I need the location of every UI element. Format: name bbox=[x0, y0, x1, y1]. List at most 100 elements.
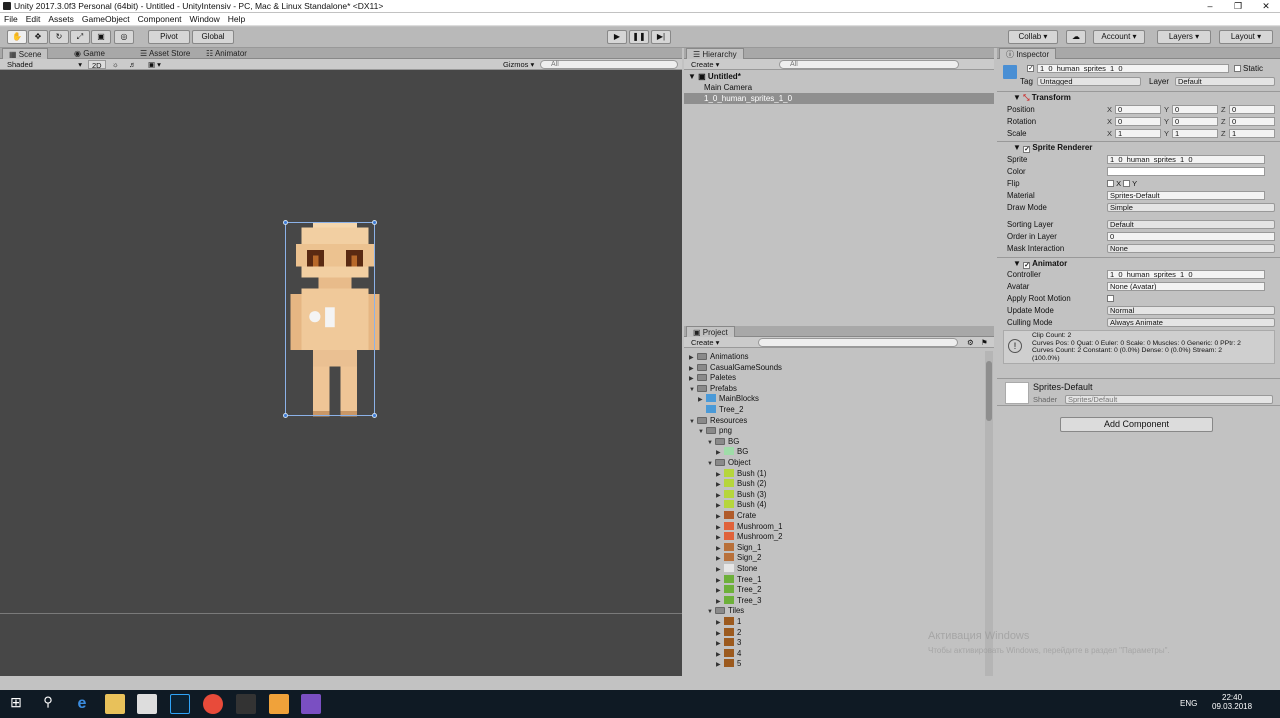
transform-scl-y-field[interactable]: 1 bbox=[1172, 129, 1218, 138]
rect-tool-icon[interactable]: ▣ bbox=[91, 30, 111, 44]
project-tree-item[interactable]: ▶ Sign_1 bbox=[716, 542, 761, 554]
move-tool-icon[interactable]: ✥ bbox=[28, 30, 48, 44]
rect-handle[interactable] bbox=[372, 220, 377, 225]
pivot-toggle[interactable]: Pivot bbox=[148, 30, 190, 44]
project-tree-item[interactable]: ▼ Prefabs bbox=[689, 384, 737, 395]
transform-tool-icon[interactable]: ◎ bbox=[114, 30, 134, 44]
tag-dropdown[interactable]: Untagged bbox=[1037, 77, 1141, 86]
project-tree-item[interactable]: ▶ CasualGameSounds bbox=[689, 363, 782, 374]
scroll-thumb[interactable] bbox=[986, 361, 992, 421]
tab-inspector[interactable]: ⓘ Inspector bbox=[999, 48, 1057, 59]
flip-x-checkbox[interactable] bbox=[1107, 180, 1114, 187]
material-field[interactable]: Sprites-Default bbox=[1107, 191, 1265, 200]
transform-scl-z-field[interactable]: 1 bbox=[1229, 129, 1275, 138]
avatar-field[interactable]: None (Avatar) bbox=[1107, 282, 1265, 291]
rect-handle[interactable] bbox=[372, 413, 377, 418]
hierarchy-search-input[interactable]: All bbox=[779, 60, 959, 69]
expand-arrow-icon[interactable]: ▼ bbox=[707, 607, 715, 618]
project-tree-item[interactable]: ▼ Resources bbox=[689, 416, 747, 427]
clock[interactable]: 22:40 09.03.2018 bbox=[1212, 693, 1252, 711]
menu-gameobject[interactable]: GameObject bbox=[78, 13, 134, 26]
update-mode-dropdown[interactable]: Normal bbox=[1107, 306, 1275, 315]
mode-2d-toggle[interactable]: 2D bbox=[88, 60, 106, 70]
photoshop-icon[interactable] bbox=[170, 694, 190, 714]
project-tree-item[interactable]: ▶ Stone bbox=[716, 564, 757, 575]
rect-handle[interactable] bbox=[283, 413, 288, 418]
draw-mode-dropdown[interactable]: Simple bbox=[1107, 203, 1275, 212]
collab-dropdown[interactable]: Collab ▾ bbox=[1008, 30, 1058, 44]
edge-icon[interactable]: e bbox=[72, 694, 92, 714]
project-tree-item[interactable]: ▶ 4 bbox=[716, 648, 741, 660]
menu-edit[interactable]: Edit bbox=[22, 13, 45, 26]
maximize-button[interactable]: ❐ bbox=[1224, 0, 1252, 12]
hierarchy-item-sprite[interactable]: 1_0_human_sprites_1_0 bbox=[684, 93, 994, 104]
search-icon[interactable]: ⚲ bbox=[38, 694, 58, 714]
chrome-icon[interactable] bbox=[203, 694, 223, 714]
play-button[interactable]: ▶ bbox=[607, 30, 627, 44]
transform-rot-y-field[interactable]: 0 bbox=[1172, 117, 1218, 126]
project-tree-item[interactable]: ▶ Crate bbox=[716, 511, 756, 522]
active-checkbox[interactable] bbox=[1027, 65, 1034, 72]
add-component-button[interactable]: Add Component bbox=[1060, 417, 1213, 432]
tab-game[interactable]: ◉ Game bbox=[68, 48, 111, 59]
project-tree-item[interactable]: ▶ Tree_1 bbox=[716, 574, 761, 586]
animator-enabled-checkbox[interactable] bbox=[1023, 262, 1031, 269]
transform-header[interactable]: ▼ ⤡ Transform bbox=[997, 91, 1280, 103]
project-tree-item[interactable]: ▶ 1 bbox=[716, 617, 741, 628]
pause-button[interactable]: ❚❚ bbox=[629, 30, 649, 44]
project-tree-item[interactable]: ▶ Bush (4) bbox=[716, 500, 766, 511]
project-tree-item[interactable]: ▶ Bush (3) bbox=[716, 489, 766, 501]
hierarchy-item-main-camera[interactable]: Main Camera bbox=[684, 82, 994, 93]
project-tree-item[interactable]: ▶ Paletes bbox=[689, 373, 736, 384]
material-section[interactable]: Sprites-Default Shader Sprites/Default bbox=[997, 378, 1280, 406]
effects-dropdown-icon[interactable]: ▣ ▾ bbox=[145, 60, 164, 69]
layer-dropdown[interactable]: Default bbox=[1175, 77, 1275, 86]
sorting-layer-dropdown[interactable]: Default bbox=[1107, 220, 1275, 229]
project-tree-item[interactable]: ▶ Mushroom_1 bbox=[716, 521, 783, 533]
project-tree-item[interactable]: ▼ BG bbox=[707, 437, 739, 448]
static-checkbox[interactable] bbox=[1234, 65, 1241, 72]
hand-tool-icon[interactable]: ✋ bbox=[7, 30, 27, 44]
shader-dropdown[interactable]: Sprites/Default bbox=[1065, 395, 1273, 404]
transform-pos-z-field[interactable]: 0 bbox=[1229, 105, 1275, 114]
audio-toggle-icon[interactable]: ♬ bbox=[126, 60, 140, 69]
collapse-arrow-icon[interactable]: ▶ bbox=[716, 660, 724, 671]
project-tree-item[interactable]: ▶ Animations bbox=[689, 352, 749, 363]
mask-interaction-dropdown[interactable]: None bbox=[1107, 244, 1275, 253]
project-tree-item[interactable]: ▶ Tree_2 bbox=[716, 585, 761, 596]
project-tree-item[interactable]: Tree_2 bbox=[698, 405, 743, 416]
apply-root-motion-checkbox[interactable] bbox=[1107, 295, 1114, 302]
scale-tool-icon[interactable]: ⤢ bbox=[70, 30, 90, 44]
global-toggle[interactable]: Global bbox=[192, 30, 234, 44]
store-icon[interactable] bbox=[137, 694, 157, 714]
project-create-dropdown[interactable]: Create ▾ bbox=[688, 338, 722, 347]
layers-dropdown[interactable]: Layers ▾ bbox=[1157, 30, 1211, 44]
controller-field[interactable]: 1_0_human_sprites_1_0 bbox=[1107, 270, 1265, 279]
project-scrollbar[interactable] bbox=[985, 351, 993, 676]
project-tree-item[interactable]: ▶ Bush (2) bbox=[716, 479, 766, 490]
expand-arrow-icon[interactable]: ▼ bbox=[698, 427, 706, 438]
language-indicator[interactable]: ENG bbox=[1180, 699, 1197, 708]
rotate-tool-icon[interactable]: ↻ bbox=[49, 30, 69, 44]
transform-pos-y-field[interactable]: 0 bbox=[1172, 105, 1218, 114]
start-button-icon[interactable]: ⊞ bbox=[6, 694, 26, 714]
scene-view[interactable]: ●▮ bbox=[0, 70, 682, 676]
menu-help[interactable]: Help bbox=[224, 13, 249, 26]
sprite-field[interactable]: 1_0_human_sprites_1_0 bbox=[1107, 155, 1265, 164]
rect-handle[interactable] bbox=[283, 220, 288, 225]
hierarchy-create-dropdown[interactable]: Create ▾ bbox=[688, 60, 722, 69]
project-tree-item[interactable]: ▶ BG bbox=[716, 447, 748, 458]
flip-y-checkbox[interactable] bbox=[1123, 180, 1131, 187]
culling-mode-dropdown[interactable]: Always Animate bbox=[1107, 318, 1275, 327]
project-tree-item[interactable]: ▶ 2 bbox=[716, 627, 741, 639]
project-search-input[interactable] bbox=[758, 338, 958, 347]
expand-arrow-icon[interactable]: ▼ bbox=[689, 417, 697, 428]
file-explorer-icon[interactable] bbox=[105, 694, 125, 714]
project-tree-item[interactable]: ▼ Tiles bbox=[707, 606, 744, 617]
filter-label-icon[interactable]: ⚑ bbox=[978, 338, 991, 347]
step-button[interactable]: ▶| bbox=[651, 30, 671, 44]
tab-project[interactable]: ▣ Project bbox=[686, 326, 735, 337]
unity-icon[interactable] bbox=[236, 694, 256, 714]
transform-pos-x-field[interactable]: 0 bbox=[1115, 105, 1161, 114]
transform-rot-z-field[interactable]: 0 bbox=[1229, 117, 1275, 126]
